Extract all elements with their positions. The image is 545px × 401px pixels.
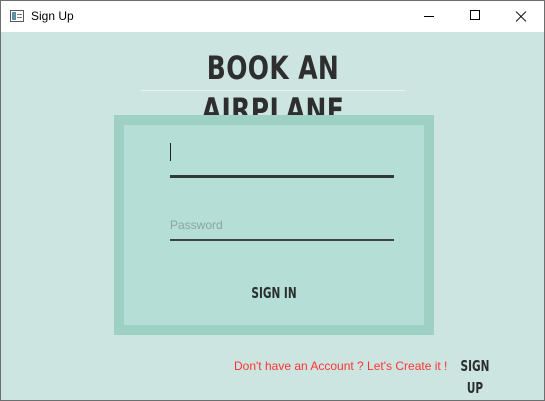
close-button[interactable] — [498, 1, 544, 32]
create-account-prompt: Don't have an Account ? Let's Create it … — [234, 359, 448, 373]
app-window-icon — [10, 10, 24, 22]
username-input[interactable] — [170, 145, 394, 178]
sign-up-button[interactable]: SIGN UP — [455, 355, 494, 397]
password-input[interactable] — [170, 211, 394, 241]
maximize-button[interactable] — [452, 1, 498, 32]
window-title: Sign Up — [31, 9, 74, 23]
text-caret — [170, 143, 171, 161]
login-card-inner: SIGN IN — [124, 125, 424, 325]
title-underline — [141, 90, 405, 91]
app-window: Sign Up BOOK AN AIRPLANE SIGN IN Don't h… — [0, 0, 545, 401]
minimize-button[interactable] — [406, 1, 452, 32]
login-card: SIGN IN — [114, 115, 434, 335]
sign-in-button[interactable]: SIGN IN — [246, 281, 302, 305]
title-bar: Sign Up — [1, 1, 544, 32]
